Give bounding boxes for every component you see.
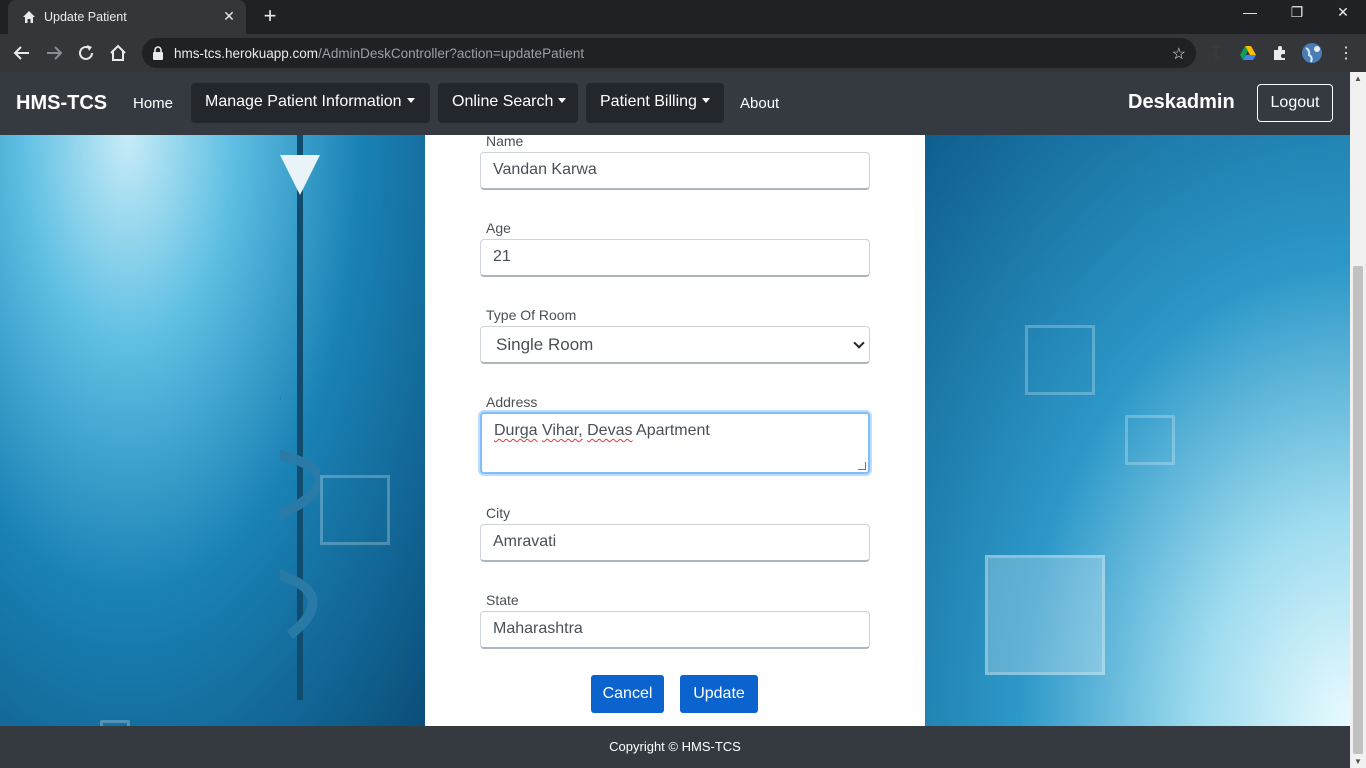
resize-grip-icon[interactable] (858, 462, 866, 470)
page-scrollbar[interactable]: ▲ ▼ (1350, 72, 1366, 768)
room-type-select[interactable]: Single Room (480, 326, 870, 364)
address-word: Vihar, (542, 422, 583, 439)
room-type-value: Single Room (496, 335, 594, 354)
background-left-panel (0, 135, 425, 750)
globe-icon[interactable] (1301, 42, 1323, 64)
caret-down-icon (558, 98, 567, 103)
update-patient-form: Name Vandan Karwa Age 21 Type Of Room Si… (425, 133, 925, 726)
tab-title: Update Patient (44, 10, 127, 24)
extension-icon[interactable] (1271, 44, 1289, 62)
update-button[interactable]: Update (680, 675, 758, 713)
address-word: Apartment (632, 422, 710, 439)
caret-down-icon (701, 98, 710, 103)
site-navbar: HMS-TCS Home Manage Patient Information … (0, 72, 1350, 135)
city-field[interactable]: Amravati (480, 524, 870, 562)
caduceus-icon (280, 135, 320, 700)
decorative-cross (1025, 325, 1095, 395)
city-label: City (486, 505, 511, 521)
decorative-cross (1125, 415, 1175, 465)
nav-about-link[interactable]: About (740, 95, 779, 112)
age-label: Age (486, 220, 511, 236)
nav-manage-patient-dropdown[interactable]: Manage Patient Information (191, 83, 430, 123)
minimize-icon[interactable]: — (1235, 4, 1265, 20)
caret-down-icon (406, 98, 415, 103)
translate-extension-icon[interactable] (1207, 44, 1225, 62)
web-page: HMS-TCS Home Manage Patient Information … (0, 72, 1350, 768)
close-icon[interactable]: ✕ (220, 7, 238, 25)
logout-button[interactable]: Logout (1257, 84, 1333, 122)
address-textarea[interactable]: Durga Vihar, Devas Apartment (480, 412, 870, 474)
background-right-panel (925, 135, 1350, 726)
decorative-cross (320, 475, 390, 545)
nav-home-link[interactable]: Home (133, 95, 173, 112)
scroll-up-icon[interactable]: ▲ (1354, 74, 1362, 83)
nav-online-search-label: Online Search (452, 93, 554, 110)
address-word: Durga (494, 422, 538, 439)
chevron-down-icon (853, 337, 865, 349)
home-icon (23, 11, 35, 23)
browser-tab[interactable]: Update Patient ✕ (8, 0, 246, 34)
address-bar[interactable]: hms-tcs.herokuapp.com/AdminDeskControlle… (142, 38, 1196, 68)
lock-icon (153, 46, 163, 60)
address-label: Address (486, 394, 538, 410)
age-field[interactable]: 21 (480, 239, 870, 277)
scroll-down-icon[interactable]: ▼ (1354, 757, 1362, 766)
room-type-label: Type Of Room (486, 307, 577, 323)
star-icon[interactable]: ☆ (1172, 44, 1186, 64)
nav-patient-billing-label: Patient Billing (600, 93, 697, 110)
site-brand[interactable]: HMS-TCS (16, 92, 107, 115)
window-close-icon[interactable]: ✕ (1328, 4, 1358, 21)
browser-toolbar: hms-tcs.herokuapp.com/AdminDeskControlle… (0, 34, 1366, 72)
current-user-name: Deskadmin (1128, 91, 1235, 113)
home-button-icon[interactable] (107, 42, 129, 64)
name-field[interactable]: Vandan Karwa (480, 152, 870, 190)
drive-icon[interactable] (1239, 44, 1257, 62)
cancel-button[interactable]: Cancel (591, 675, 664, 713)
reload-icon[interactable] (75, 42, 97, 64)
state-label: State (486, 592, 519, 608)
url-text: hms-tcs.herokuapp.com/AdminDeskControlle… (174, 46, 585, 61)
restore-icon[interactable]: ❐ (1282, 4, 1312, 21)
scrollbar-thumb[interactable] (1353, 266, 1363, 754)
page-footer: Copyright © HMS-TCS (0, 726, 1350, 768)
menu-icon[interactable]: ⋮ (1338, 43, 1354, 63)
decorative-cross (985, 555, 1105, 675)
nav-online-search-dropdown[interactable]: Online Search (438, 83, 578, 123)
nav-manage-patient-label: Manage Patient Information (205, 93, 402, 110)
plus-icon[interactable]: + (258, 5, 282, 29)
browser-tab-bar: Update Patient ✕ + — ❐ ✕ (0, 0, 1366, 34)
forward-icon[interactable] (43, 42, 65, 64)
back-icon[interactable] (11, 42, 33, 64)
state-field[interactable]: Maharashtra (480, 611, 870, 649)
name-label: Name (486, 133, 524, 149)
address-word: Devas (587, 422, 633, 439)
nav-patient-billing-dropdown[interactable]: Patient Billing (586, 83, 724, 123)
